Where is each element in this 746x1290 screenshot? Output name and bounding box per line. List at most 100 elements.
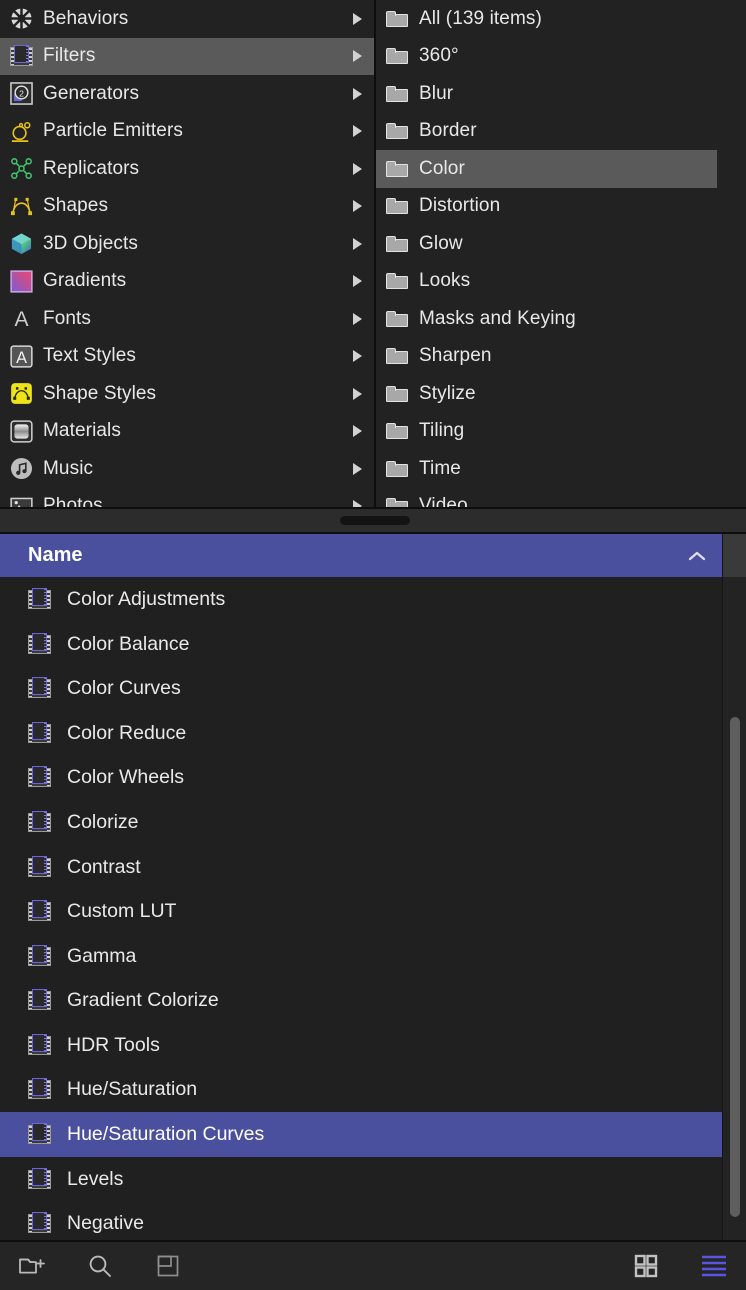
category-row[interactable]: 2Generators [0, 75, 374, 113]
category-row[interactable]: Replicators [0, 150, 374, 188]
category-row[interactable]: Shape Styles [0, 375, 374, 413]
vertical-scrollbar[interactable] [722, 577, 746, 1240]
subcategory-row[interactable]: Time [376, 450, 746, 488]
filter-name-label: Color Wheels [67, 766, 184, 789]
subcategory-label: Video [419, 495, 468, 507]
subcategory-row[interactable]: Tiling [376, 413, 746, 451]
filter-list-row[interactable]: Negative [0, 1201, 722, 1240]
subcategory-row[interactable]: Glow [376, 225, 746, 263]
category-row[interactable]: AFonts [0, 300, 374, 338]
replicator-icon [10, 157, 33, 180]
filter-list-row[interactable]: HDR Tools [0, 1023, 722, 1068]
disclosure-triangle-icon[interactable] [353, 238, 362, 250]
filter-list-row[interactable]: Color Reduce [0, 711, 722, 756]
disclosure-triangle-icon[interactable] [353, 275, 362, 287]
filmstrip-icon [28, 677, 51, 700]
disclosure-triangle-icon[interactable] [353, 500, 362, 507]
filter-list-row[interactable]: Levels [0, 1157, 722, 1202]
horizontal-scrollbar[interactable] [0, 507, 746, 534]
filter-list-row[interactable]: Hue/Saturation [0, 1068, 722, 1113]
subcategory-column[interactable]: All (139 items)360°BlurBorderColorDistor… [374, 0, 746, 507]
list-view-icon[interactable] [698, 1250, 730, 1282]
disclosure-triangle-icon[interactable] [353, 313, 362, 325]
filter-name-label: Contrast [67, 856, 141, 879]
subcategory-row[interactable]: All (139 items) [376, 0, 746, 38]
category-label: Replicators [43, 158, 139, 180]
disclosure-triangle-icon[interactable] [353, 163, 362, 175]
search-icon[interactable] [84, 1250, 116, 1282]
filter-list-row[interactable]: Contrast [0, 845, 722, 890]
category-label: 3D Objects [43, 233, 138, 255]
category-row[interactable]: Filters [0, 38, 374, 76]
panel-layout-icon[interactable] [152, 1250, 184, 1282]
filter-list[interactable]: Color AdjustmentsColor BalanceColor Curv… [0, 577, 722, 1240]
filmstrip-icon [28, 1034, 51, 1057]
filmstrip-icon [28, 588, 51, 611]
new-folder-icon[interactable] [16, 1250, 48, 1282]
filter-name-label: Gamma [67, 945, 136, 968]
filter-list-row[interactable]: Color Wheels [0, 756, 722, 801]
category-row[interactable]: Particle Emitters [0, 113, 374, 151]
folder-icon [386, 423, 408, 439]
filter-name-label: Custom LUT [67, 900, 176, 923]
subcategory-row[interactable]: 360° [376, 38, 746, 76]
category-row[interactable]: Materials [0, 413, 374, 451]
disclosure-triangle-icon[interactable] [353, 388, 362, 400]
category-row[interactable]: Gradients [0, 263, 374, 301]
disclosure-triangle-icon[interactable] [353, 463, 362, 475]
scrollbar-header-corner [722, 534, 746, 577]
filter-list-row[interactable]: Color Adjustments [0, 577, 722, 622]
subcategory-row[interactable]: Color [376, 150, 717, 188]
disclosure-triangle-icon[interactable] [353, 88, 362, 100]
filter-list-row[interactable]: Custom LUT [0, 889, 722, 934]
svg-text:2: 2 [19, 89, 24, 99]
filmstrip-icon [28, 677, 51, 700]
filmstrip-icon [28, 1078, 51, 1101]
subcategory-row[interactable]: Masks and Keying [376, 300, 746, 338]
subcategory-row[interactable]: Blur [376, 75, 746, 113]
filter-list-row[interactable]: Gradient Colorize [0, 979, 722, 1024]
grid-view-icon[interactable] [630, 1250, 662, 1282]
filter-list-row[interactable]: Hue/Saturation Curves [0, 1112, 722, 1157]
subcategory-label: Time [419, 458, 461, 480]
subcategory-row[interactable]: Stylize [376, 375, 746, 413]
category-row[interactable]: Behaviors [0, 0, 374, 38]
filter-list-row[interactable]: Color Curves [0, 666, 722, 711]
folder-icon [386, 86, 408, 102]
folder-icon [384, 456, 410, 482]
category-row[interactable]: Shapes [0, 188, 374, 226]
disclosure-triangle-icon[interactable] [353, 13, 362, 25]
disclosure-triangle-icon[interactable] [353, 50, 362, 62]
disclosure-triangle-icon[interactable] [353, 350, 362, 362]
bottom-toolbar [0, 1240, 746, 1290]
category-row[interactable]: Photos [0, 488, 374, 508]
disclosure-triangle-icon[interactable] [353, 425, 362, 437]
gradient-icon [10, 270, 33, 293]
category-row[interactable]: Music [0, 450, 374, 488]
disclosure-triangle-icon[interactable] [353, 125, 362, 137]
folder-icon [384, 231, 410, 257]
subcategory-row[interactable]: Looks [376, 263, 746, 301]
subcategory-row[interactable]: Distortion [376, 188, 746, 226]
filter-list-row[interactable]: Colorize [0, 800, 722, 845]
horizontal-scrollbar-thumb[interactable] [340, 516, 410, 525]
filter-list-row[interactable]: Color Balance [0, 622, 722, 667]
filter-list-row[interactable]: Gamma [0, 934, 722, 979]
vertical-scrollbar-thumb[interactable] [730, 717, 740, 1217]
folder-icon [384, 381, 410, 407]
filmstrip-icon [28, 1123, 51, 1146]
filmstrip-icon [28, 856, 51, 879]
chevron-up-icon[interactable] [686, 549, 708, 563]
subcategory-row[interactable]: Sharpen [376, 338, 746, 376]
category-row[interactable]: 3D Objects [0, 225, 374, 263]
subcategory-row[interactable]: Video [376, 488, 746, 508]
category-label: Music [43, 458, 93, 480]
disclosure-triangle-icon[interactable] [353, 200, 362, 212]
category-row[interactable]: AText Styles [0, 338, 374, 376]
folder-icon [386, 161, 408, 177]
subcategory-row[interactable]: Border [376, 113, 746, 151]
name-column-header[interactable]: Name [0, 534, 722, 577]
category-column[interactable]: BehaviorsFilters2GeneratorsParticle Emit… [0, 0, 374, 507]
subcategory-label: Tiling [419, 420, 464, 442]
folder-icon [386, 11, 408, 27]
